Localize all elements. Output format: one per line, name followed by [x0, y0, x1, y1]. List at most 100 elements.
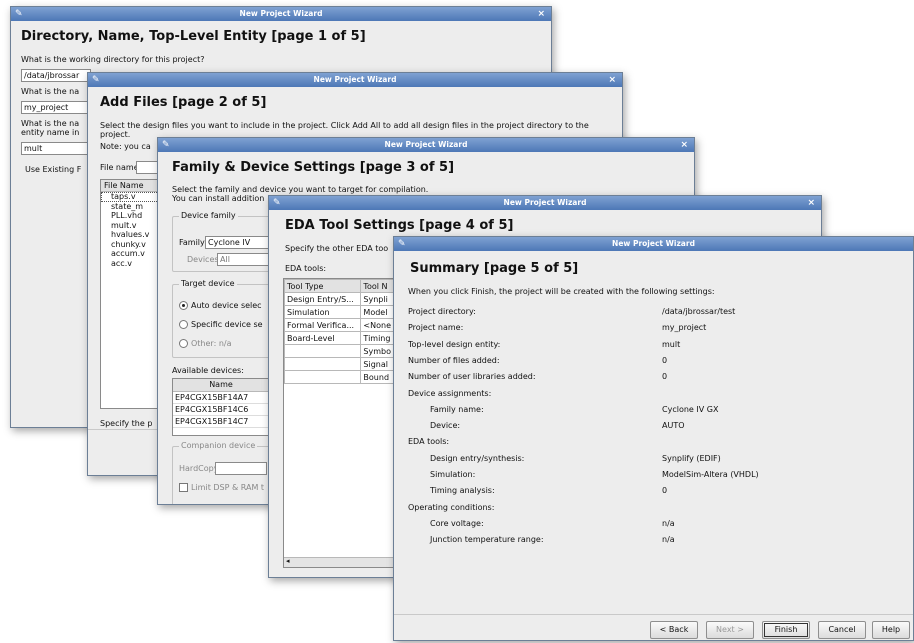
table-header-row: Tool Type Tool N — [284, 279, 394, 293]
name-question: What is the na — [21, 87, 80, 96]
other-device-radio[interactable]: Other: n/a — [179, 339, 231, 348]
title-bar[interactable]: ✎ New Project Wizard × — [11, 7, 551, 21]
summary-label: Device: — [430, 421, 461, 431]
tool-type-cell[interactable] — [284, 370, 362, 384]
app-icon: ✎ — [162, 140, 170, 150]
horizontal-scrollbar[interactable]: ◂ — [284, 557, 394, 567]
devices-select[interactable]: All — [217, 253, 269, 266]
eda-rows: Design Entry/S... Synpli Simulation Model Fo… — [284, 292, 394, 384]
table-row[interactable]: EP4CGX15BF14C6 — [173, 404, 269, 416]
table-row[interactable]: Symbo — [284, 344, 394, 358]
auto-device-label: Auto device selec — [191, 301, 262, 310]
title-bar[interactable]: ✎ New Project Wizard × — [269, 196, 821, 210]
summary-value: 0 — [662, 486, 668, 496]
use-existing-button[interactable]: Use Existing F — [21, 162, 93, 178]
close-icon[interactable]: × — [608, 73, 616, 87]
close-icon[interactable]: × — [537, 7, 545, 21]
table-row[interactable]: Formal Verifica... <None — [284, 318, 394, 332]
window-title: New Project Wizard — [384, 140, 468, 149]
description: Specify the other EDA too — [285, 244, 389, 253]
help-button[interactable]: Help — [872, 621, 910, 639]
file-rows: taps.v state_m PLL.vhd mult.v hvalues.v chunk… — [101, 192, 161, 268]
limit-dsp-checkbox[interactable]: Limit DSP & RAM t — [179, 483, 264, 492]
column-header-name[interactable]: Name — [173, 379, 269, 392]
next-button[interactable]: Next > — [706, 621, 754, 639]
summary-label: Number of files added: — [408, 355, 500, 365]
tool-name-cell[interactable]: Model — [360, 305, 394, 319]
specific-device-radio[interactable]: Specific device se — [179, 320, 263, 329]
table-row[interactable]: Design Entry/S... Synpli — [284, 292, 394, 306]
back-button[interactable]: < Back — [650, 621, 698, 639]
family-select[interactable]: Cyclone IV — [205, 236, 269, 249]
table-row[interactable]: Simulation Model — [284, 305, 394, 319]
tool-name-cell[interactable]: Timing — [360, 331, 394, 345]
summary-value: /data/jbrossar/test — [662, 307, 736, 316]
device-rows: EP4CGX15BF14A7 EP4CGX15BF14C6 EP4CGX15BF14… — [173, 392, 269, 428]
checkbox-icon — [179, 483, 188, 492]
tool-type-cell[interactable]: Formal Verifica... — [284, 318, 362, 332]
table-row[interactable]: Bound — [284, 370, 394, 384]
family-label: Family: — [179, 238, 207, 247]
eda-tools-grid: Tool Type Tool N Design Entry/S... Synpli… — [284, 279, 394, 384]
tool-name-cell[interactable]: Symbo — [360, 344, 394, 358]
summary-value: 0 — [662, 355, 668, 365]
close-icon[interactable]: × — [807, 196, 815, 210]
summary-value: ModelSim-Altera (VHDL) — [662, 470, 759, 479]
summary-label: Device assignments: — [408, 388, 492, 398]
app-icon: ✎ — [273, 198, 281, 208]
list-item[interactable]: accum.v — [101, 249, 161, 259]
tool-type-cell[interactable]: Board-Level — [284, 331, 362, 345]
list-item[interactable]: taps.v — [101, 192, 161, 202]
eda-tools-table[interactable]: Tool Type Tool N Design Entry/S... Synpli… — [283, 278, 395, 568]
tool-type-cell[interactable] — [284, 357, 362, 371]
file-name-field[interactable] — [136, 161, 158, 174]
directory-field[interactable]: /data/jbrossar — [21, 69, 91, 82]
cancel-button[interactable]: Cancel — [818, 621, 866, 639]
title-bar[interactable]: ✎ New Project Wizard × — [158, 138, 694, 152]
column-header-tool-type[interactable]: Tool Type — [284, 279, 362, 293]
tool-type-cell[interactable]: Design Entry/S... — [284, 292, 362, 306]
summary-label: Core voltage: — [430, 518, 484, 528]
list-item[interactable]: PLL.vhd — [101, 211, 161, 221]
table-row[interactable]: Signal — [284, 357, 394, 371]
available-devices-table[interactable]: Name EP4CGX15BF14A7 EP4CGX15BF14C6 EP4CGX1… — [172, 378, 270, 436]
project-name-field[interactable]: my_project — [21, 101, 91, 114]
summary-label: Operating conditions: — [408, 502, 495, 512]
table-row[interactable]: Board-Level Timing — [284, 331, 394, 345]
title-bar[interactable]: ✎ New Project Wizard — [394, 237, 913, 251]
hardcopy-field[interactable] — [215, 462, 267, 475]
auto-device-radio[interactable]: Auto device selec — [179, 301, 262, 310]
summary-label: Design entry/synthesis: — [430, 453, 525, 463]
divider — [394, 614, 913, 615]
table-row[interactable]: EP4CGX15BF14C7 — [173, 416, 269, 428]
list-item[interactable]: state_m — [101, 202, 161, 212]
list-item[interactable]: mult.v — [101, 221, 161, 231]
table-row[interactable]: EP4CGX15BF14A7 — [173, 392, 269, 404]
companion-device-group: Companion device HardCopy: Limit DSP & R… — [172, 441, 270, 504]
list-item[interactable]: hvalues.v — [101, 230, 161, 240]
page-heading: Add Files [page 2 of 5] — [100, 95, 267, 110]
summary-label: Project name: — [408, 323, 464, 333]
list-item[interactable]: chunky.v — [101, 240, 161, 250]
close-icon[interactable]: × — [680, 138, 688, 152]
summary-value: n/a — [662, 535, 675, 545]
summary-label: Timing analysis: — [430, 486, 495, 496]
tool-name-cell[interactable]: <None — [360, 318, 394, 332]
tool-name-cell[interactable]: Bound — [360, 370, 394, 384]
title-bar[interactable]: ✎ New Project Wizard × — [88, 73, 622, 87]
entity-field[interactable]: mult — [21, 142, 91, 155]
finish-button[interactable]: Finish — [762, 621, 810, 639]
description-line-1: Select the family and device you want to… — [172, 185, 429, 194]
summary-value: 0 — [662, 372, 668, 382]
tool-name-cell[interactable]: Synpli — [360, 292, 394, 306]
tool-type-cell[interactable]: Simulation — [284, 305, 362, 319]
tool-type-cell[interactable] — [284, 344, 362, 358]
companion-device-label: Companion device — [179, 441, 258, 450]
summary-description: When you click Finish, the project will … — [408, 287, 715, 296]
file-list[interactable]: File Name taps.v state_m PLL.vhd mult.v hval… — [100, 179, 162, 409]
column-header-tool-name[interactable]: Tool N — [360, 279, 394, 293]
summary-value: Synplify (EDIF) — [662, 453, 721, 463]
scroll-left-icon[interactable]: ◂ — [286, 557, 290, 565]
list-item[interactable]: acc.v — [101, 259, 161, 269]
tool-name-cell[interactable]: Signal — [360, 357, 394, 371]
